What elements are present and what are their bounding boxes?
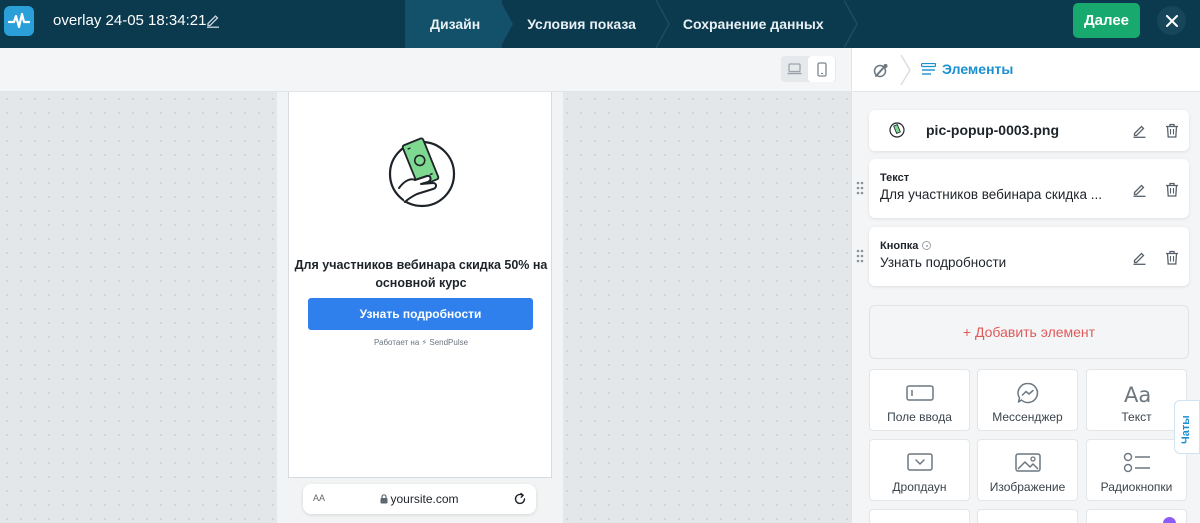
step-design-label: Дизайн — [430, 16, 481, 32]
tile-label: Поле ввода — [887, 410, 952, 424]
popup-text[interactable]: Для участников вебинара скидка 50% на ос… — [289, 256, 553, 292]
elements-panel: Элементы pic-popup-0003.png Текст Для уч… — [851, 48, 1200, 523]
mobile-view-button[interactable] — [808, 56, 835, 82]
tile-more[interactable] — [977, 509, 1078, 523]
step-navigation: Дизайн Условия показа Сохранение данных — [405, 0, 858, 48]
hand-with-money-image[interactable] — [387, 136, 457, 208]
element-value: Узнать подробности — [880, 255, 1007, 270]
tile-label: Изображение — [989, 480, 1066, 494]
element-card-button[interactable]: Кнопка Узнать подробности — [856, 227, 1189, 286]
step-data-saving[interactable]: Сохранение данных — [658, 0, 858, 48]
element-type-label: Кнопка — [880, 240, 932, 252]
canvas-toolbar — [0, 48, 851, 92]
lock-icon — [380, 494, 388, 504]
step-design[interactable]: Дизайн — [405, 0, 514, 48]
dropdown-icon — [907, 453, 933, 471]
tile-label: Мессенджер — [992, 410, 1063, 424]
reload-icon — [514, 492, 526, 505]
radio-buttons-icon — [1123, 452, 1150, 473]
project-title: overlay 24-05 18:34:21 — [53, 12, 207, 29]
step-chevron-icon — [843, 0, 858, 48]
device-switch — [781, 56, 836, 82]
text-icon: Aa — [1124, 383, 1151, 405]
drag-handle-icon[interactable] — [856, 181, 864, 195]
edit-icon[interactable] — [1132, 123, 1147, 138]
element-card-text[interactable]: Текст Для участников вебинара скидка ... — [856, 159, 1189, 218]
chats-tab-label: Чаты — [1180, 415, 1192, 444]
url-display: yoursite.com — [303, 492, 536, 506]
close-icon — [1165, 14, 1178, 27]
pulse-logo-icon — [8, 12, 30, 29]
breadcrumb-separator-icon — [900, 54, 911, 86]
delete-icon[interactable] — [1165, 123, 1179, 138]
delete-icon[interactable] — [1165, 250, 1179, 265]
step-chevron-icon — [655, 0, 670, 48]
powered-by-label: Работает на ⚡ SendPulse — [373, 338, 469, 347]
image-thumbnail-icon — [889, 122, 905, 138]
element-type-text: Кнопка — [880, 240, 919, 252]
image-icon — [1015, 453, 1041, 472]
svg-text:Aa: Aa — [1124, 383, 1151, 405]
add-element-button[interactable]: + Добавить элемент — [869, 305, 1189, 359]
tile-radio-buttons[interactable]: Радиокнопки — [1086, 439, 1187, 501]
tile-label: Текст — [1121, 410, 1152, 424]
step-display-conditions[interactable]: Условия показа — [502, 0, 670, 48]
app-logo[interactable] — [4, 6, 34, 36]
element-type-label: Текст — [880, 172, 910, 184]
input-field-icon — [906, 385, 934, 401]
tile-image[interactable]: Изображение — [977, 439, 1078, 501]
image-filename: pic-popup-0003.png — [926, 122, 1059, 138]
chats-tab[interactable]: Чаты — [1174, 400, 1200, 454]
element-value: Для участников вебинара скидка ... — [880, 187, 1102, 202]
panel-breadcrumb: Элементы — [852, 48, 1200, 92]
close-button[interactable] — [1157, 6, 1186, 35]
desktop-icon — [787, 63, 802, 75]
brush-icon[interactable] — [872, 61, 890, 79]
tile-input-field[interactable]: Поле ввода — [869, 369, 970, 431]
tile-messenger[interactable]: Мессенджер — [977, 369, 1078, 431]
url-text: yoursite.com — [390, 492, 459, 506]
tile-text[interactable]: Aa Текст — [1086, 369, 1187, 431]
info-icon[interactable] — [922, 241, 932, 250]
breadcrumb-elements-label[interactable]: Элементы — [942, 61, 1013, 77]
browser-url-bar: AA yoursite.com — [303, 484, 536, 514]
tile-more[interactable] — [869, 509, 970, 523]
top-bar: overlay 24-05 18:34:21 Дизайн Условия по… — [0, 0, 1200, 48]
drag-handle-icon[interactable] — [856, 249, 864, 263]
step-chevron-icon — [500, 0, 514, 48]
messenger-icon — [1017, 382, 1039, 404]
tile-label: Радиокнопки — [1100, 480, 1173, 494]
next-button[interactable]: Далее — [1073, 3, 1140, 38]
step-display-conditions-label: Условия показа — [527, 16, 636, 32]
mobile-icon — [816, 61, 827, 77]
edit-icon[interactable] — [1132, 182, 1147, 197]
desktop-view-button[interactable] — [781, 56, 808, 82]
notification-badge[interactable] — [1163, 517, 1176, 523]
popup-cta-button[interactable]: Узнать подробности — [308, 298, 533, 330]
edit-icon[interactable] — [1132, 250, 1147, 265]
element-card-image[interactable]: pic-popup-0003.png — [869, 110, 1189, 151]
tile-dropdown[interactable]: Дропдаун — [869, 439, 970, 501]
step-data-saving-label: Сохранение данных — [682, 16, 824, 32]
edit-title-icon[interactable] — [205, 12, 221, 28]
tile-label: Дропдаун — [892, 480, 947, 494]
popup-preview[interactable]: Для участников вебинара скидка 50% на ос… — [288, 92, 552, 478]
elements-list-icon — [921, 63, 936, 75]
delete-icon[interactable] — [1165, 182, 1179, 197]
